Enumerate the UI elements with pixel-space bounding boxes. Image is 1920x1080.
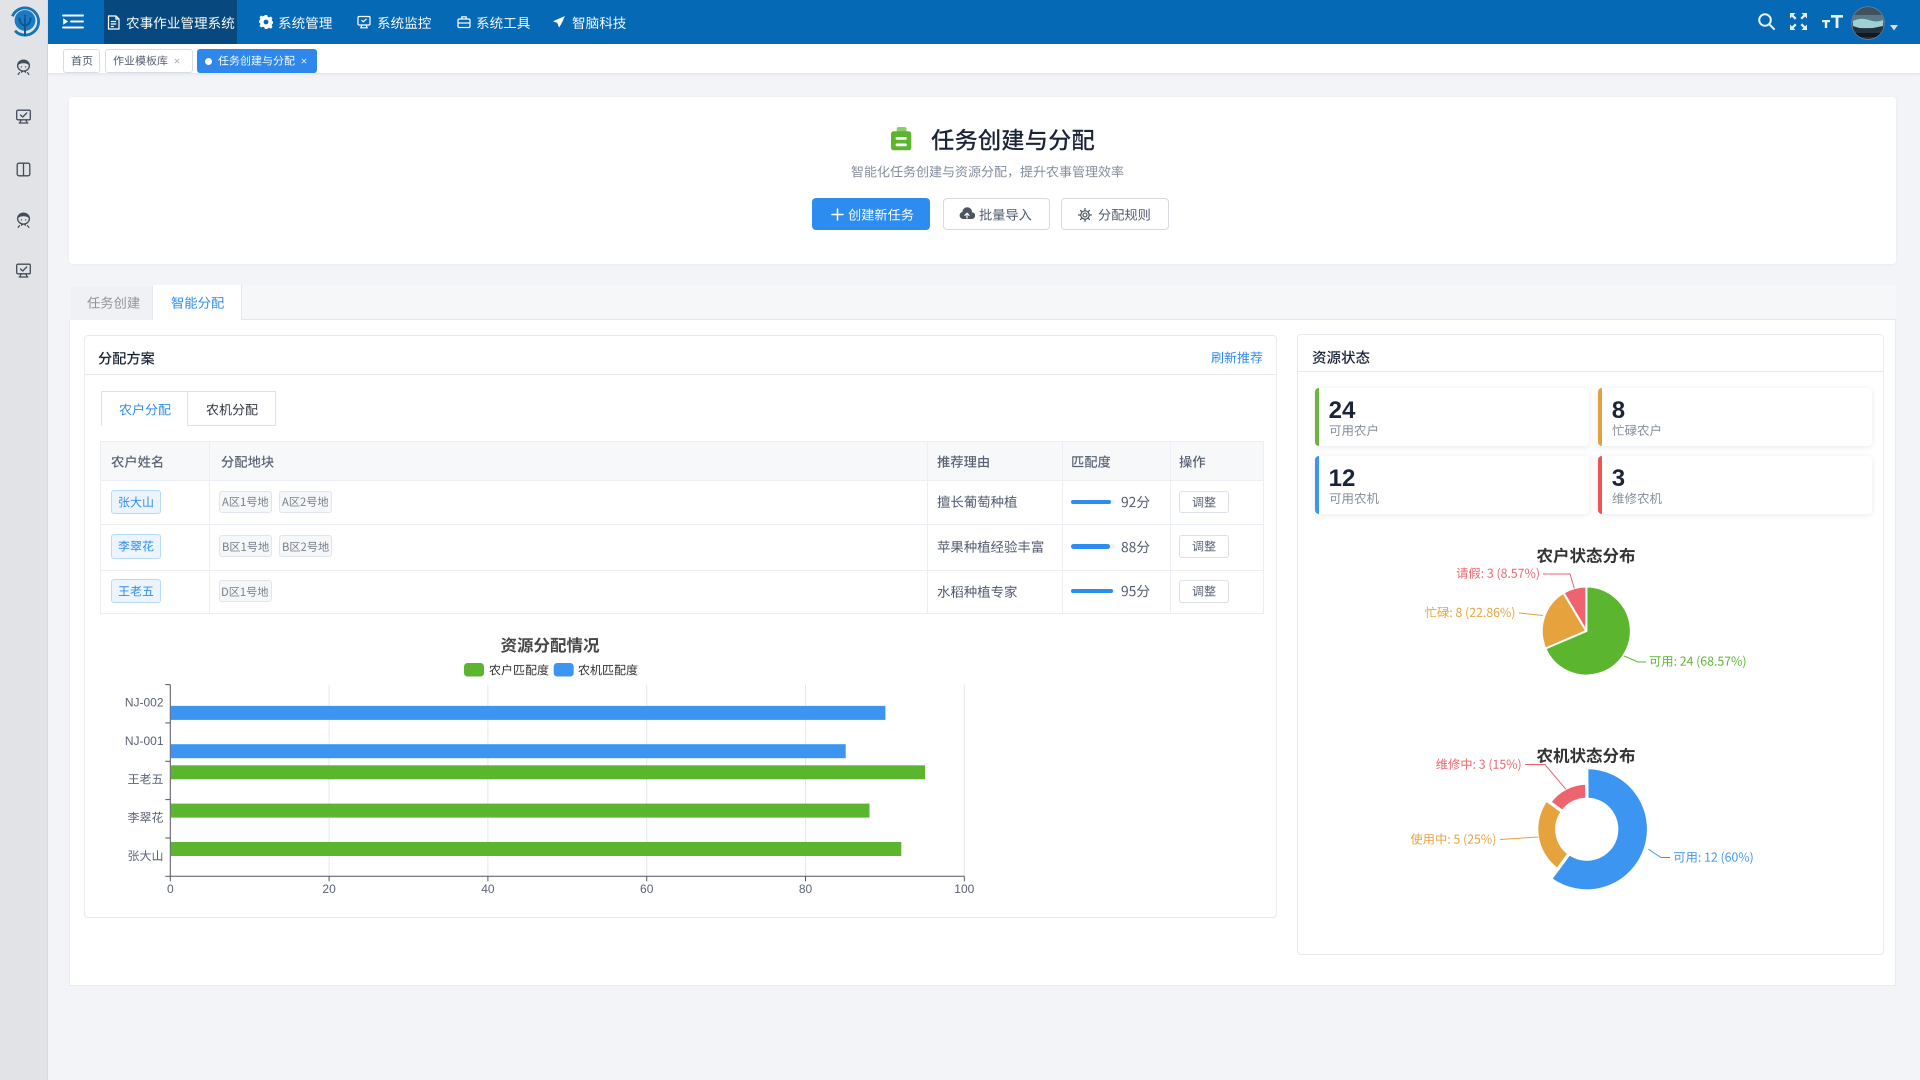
svg-text:80: 80 <box>799 882 813 896</box>
svg-text:NJ-002: NJ-002 <box>125 696 164 710</box>
svg-text:20: 20 <box>322 882 336 896</box>
svg-text:NJ-001: NJ-001 <box>125 734 164 748</box>
svg-text:100: 100 <box>954 882 974 896</box>
svg-text:60: 60 <box>640 882 654 896</box>
svg-text:0: 0 <box>167 882 174 896</box>
svg-text:40: 40 <box>481 882 495 896</box>
